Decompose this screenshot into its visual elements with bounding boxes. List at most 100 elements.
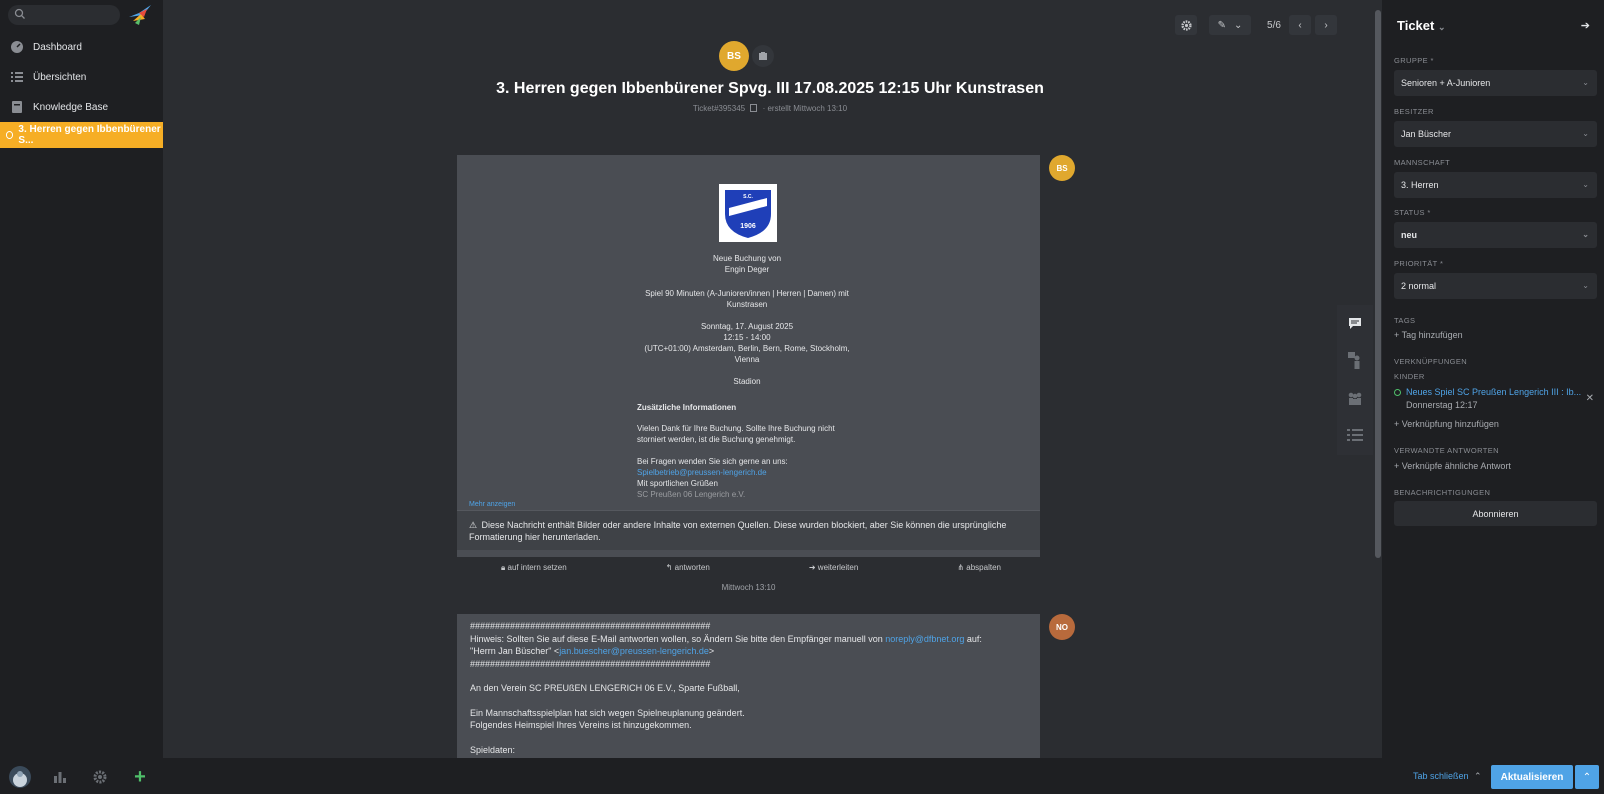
mail-line: Engin Deger bbox=[724, 265, 770, 274]
mail-recipient: "Herrn Jan Büscher" <jan.buescher@preuss… bbox=[470, 645, 1027, 658]
warning-text: Diese Nachricht enthält Bilder oder ande… bbox=[469, 520, 1007, 542]
navigation-sidebar: Dashboard Übersichten Knowledge Base 3. … bbox=[0, 0, 163, 794]
related-answers-label: VERWANDTE ANTWORTEN bbox=[1394, 446, 1499, 455]
mail-line: 12:15 - 14:00 bbox=[723, 333, 771, 342]
close-tab-button[interactable]: Tab schließen ⌃ bbox=[1413, 771, 1482, 782]
owner-value: Jan Büscher bbox=[1401, 129, 1452, 139]
edit-actions-dropdown[interactable]: ✎ ⌄ bbox=[1209, 15, 1251, 35]
sidebar-item-current-ticket[interactable]: 3. Herren gegen Ibbenbürener S... bbox=[0, 122, 163, 148]
noreply-email-link[interactable]: noreply@dfbnet.org bbox=[885, 634, 964, 644]
dashboard-icon bbox=[11, 41, 23, 53]
mail-body: ########################################… bbox=[457, 614, 1040, 758]
mail-line: Neue Buchung von bbox=[712, 254, 782, 263]
mail-line: ########################################… bbox=[470, 621, 711, 631]
split-action[interactable]: ⋔ abspalten bbox=[957, 563, 1001, 573]
remove-link-close-icon[interactable]: ✕ bbox=[1586, 393, 1594, 404]
blocked-content-warning[interactable]: ⚠ Diese Nachricht enthält Bilder oder an… bbox=[457, 510, 1040, 550]
ticket-title[interactable]: 3. Herren gegen Ibbenbürener Spvg. III 1… bbox=[163, 80, 1377, 98]
sidebar-tabs bbox=[1337, 305, 1373, 455]
article-avatar-bs[interactable]: BS bbox=[1049, 155, 1075, 181]
lock-icon: 🔒︎ bbox=[501, 563, 506, 572]
ticket-status-icon bbox=[6, 131, 14, 139]
settings-gear-icon[interactable] bbox=[80, 760, 120, 794]
owner-select[interactable]: Jan Büscher ⌄ bbox=[1394, 121, 1597, 147]
collapse-panel-arrow-icon[interactable]: ➔ bbox=[1581, 19, 1590, 32]
user-avatar[interactable] bbox=[0, 760, 40, 794]
chevron-down-icon: ⌄ bbox=[1582, 281, 1589, 290]
owner-label: BESITZER bbox=[1394, 107, 1434, 116]
article-email: S.C. 1906 Neue Buchung von Engin Deger S… bbox=[457, 155, 1040, 557]
group-select[interactable]: Senioren + A-Junioren ⌄ bbox=[1394, 70, 1597, 96]
previous-ticket-button[interactable]: ‹ bbox=[1289, 15, 1311, 35]
pencil-icon: ✎ bbox=[1217, 19, 1226, 31]
sidebar-item-dashboard[interactable]: Dashboard bbox=[0, 32, 163, 62]
copy-icon[interactable] bbox=[750, 104, 758, 112]
mail-line: An den Verein SC PREUßEN LENGERICH 06 E.… bbox=[470, 683, 740, 693]
mail-line: Folgendes Heimspiel Ihres Vereins ist hi… bbox=[470, 720, 692, 730]
forward-action[interactable]: ➜ weiterleiten bbox=[809, 563, 858, 573]
ticket-settings-button[interactable] bbox=[1175, 15, 1197, 35]
mail-line: Ein Mannschaftsspielplan hat sich wegen … bbox=[470, 707, 745, 718]
ticket-zoom-main: ✎ ⌄ 5/6 ‹ › BS 3. Herren gegen Ibbenbüre… bbox=[163, 0, 1377, 758]
add-tag-link[interactable]: + Tag hinzufügen bbox=[1394, 330, 1463, 340]
link-similar-answer-link[interactable]: + Verknüpfe ähnliche Antwort bbox=[1394, 461, 1511, 471]
mail-text: > bbox=[708, 646, 715, 656]
mail-hint: Hinweis: Sollten Sie auf diese E-Mail an… bbox=[470, 633, 1027, 646]
subscribe-label: Abonnieren bbox=[1472, 508, 1519, 519]
main-scrollbar[interactable] bbox=[1374, 0, 1382, 758]
status-select[interactable]: neu ⌄ bbox=[1394, 222, 1597, 248]
article-avatar-no[interactable]: NO bbox=[1049, 614, 1075, 640]
mail-line: ########################################… bbox=[470, 658, 711, 669]
mail-line: storniert werden, ist die Buchung genehm… bbox=[637, 435, 796, 444]
pager-label: 5/6 bbox=[1267, 19, 1281, 31]
sidebar-item-overviews[interactable]: Übersichten bbox=[0, 62, 163, 92]
add-link-link[interactable]: + Verknüpfung hinzufügen bbox=[1394, 419, 1499, 429]
group-label: GRUPPE * bbox=[1394, 56, 1434, 65]
customer-tab-icon[interactable] bbox=[1337, 342, 1373, 379]
child-ticket-title[interactable]: Neues Spiel SC Preußen Lengerich III : I… bbox=[1406, 387, 1581, 397]
sidebar-item-knowledge-base[interactable]: Knowledge Base bbox=[0, 92, 163, 122]
set-internal-action[interactable]: 🔒︎ auf intern setzen bbox=[501, 563, 567, 573]
priority-select[interactable]: 2 normal ⌄ bbox=[1394, 273, 1597, 299]
chevron-up-icon: ⌃ bbox=[1582, 771, 1592, 783]
action-label: abspalten bbox=[966, 563, 1001, 572]
mail-line: Sonntag, 17. August 2025 bbox=[700, 322, 794, 331]
mail-contact: Bei Fragen wenden Sie sich gerne an uns:… bbox=[637, 456, 877, 500]
recipient-email-link[interactable]: jan.buescher@preussen-lengerich.de bbox=[559, 646, 709, 656]
club-logo-image: S.C. 1906 bbox=[719, 184, 777, 242]
chevron-up-icon: ⌃ bbox=[1474, 771, 1482, 781]
next-ticket-button[interactable]: › bbox=[1315, 15, 1337, 35]
ticket-sidebar-panel: Ticket ⌄ ➔ GRUPPE * Senioren + A-Juniore… bbox=[1382, 0, 1604, 794]
action-label: auf intern setzen bbox=[507, 563, 567, 572]
team-select[interactable]: 3. Herren ⌄ bbox=[1394, 172, 1597, 198]
child-ticket-date: Donnerstag 12:17 bbox=[1406, 400, 1478, 410]
svg-text:1906: 1906 bbox=[740, 223, 756, 230]
ticket-tab-icon[interactable] bbox=[1337, 305, 1373, 342]
new-ticket-plus-icon[interactable]: + bbox=[120, 760, 160, 794]
reply-action[interactable]: ↰ antworten bbox=[666, 563, 710, 573]
scrollbar-thumb[interactable] bbox=[1375, 10, 1381, 558]
app-logo-icon[interactable] bbox=[127, 3, 153, 27]
open-status-icon bbox=[1394, 389, 1401, 396]
mail-line: Vielen Dank für Ihre Buchung. Sollte Ihr… bbox=[637, 424, 835, 433]
reports-icon[interactable] bbox=[40, 760, 80, 794]
split-icon: ⋔ bbox=[957, 563, 965, 572]
subscribe-button[interactable]: Abonnieren bbox=[1394, 501, 1597, 526]
update-button[interactable]: Aktualisieren bbox=[1491, 765, 1573, 789]
mail-line: SC Preußen 06 Lengerich e.V. bbox=[637, 490, 746, 499]
organization-icon[interactable] bbox=[752, 45, 774, 67]
article-email-dfbnet: ########################################… bbox=[457, 614, 1040, 758]
mail-line: Spieldaten: bbox=[470, 744, 516, 755]
forward-icon: ➜ bbox=[808, 563, 816, 572]
checklist-tab-icon[interactable] bbox=[1337, 416, 1373, 453]
search-input[interactable] bbox=[8, 5, 120, 25]
mail-text: "Herrn Jan Büscher" < bbox=[470, 646, 560, 656]
panel-title[interactable]: Ticket ⌄ bbox=[1397, 18, 1446, 33]
update-options-button[interactable]: ⌃ bbox=[1575, 765, 1599, 789]
organization-tab-icon[interactable] bbox=[1337, 379, 1373, 416]
customer-avatar[interactable]: BS bbox=[719, 41, 749, 71]
priority-value: 2 normal bbox=[1401, 281, 1437, 291]
show-more-link[interactable]: Mehr anzeigen bbox=[469, 501, 515, 508]
mail-booking-by: Neue Buchung von Engin Deger bbox=[637, 253, 857, 275]
contact-email-link[interactable]: Spielbetrieb@preussen-lengerich.de bbox=[637, 467, 877, 478]
